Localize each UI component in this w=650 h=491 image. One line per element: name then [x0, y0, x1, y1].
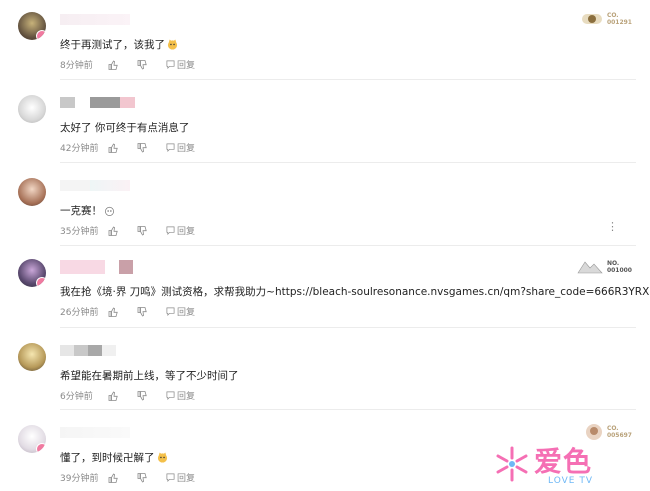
divider — [60, 162, 636, 163]
comment-text: 太好了 你可终于有点消息了 — [60, 122, 190, 134]
reply-button[interactable]: 回复 — [166, 224, 195, 237]
dislike-icon[interactable] — [137, 390, 147, 401]
comment-meta: 35分钟前 回复 — [60, 224, 195, 237]
comment-time: 8分钟前 — [60, 61, 93, 71]
reply-icon — [166, 143, 175, 152]
avatar[interactable] — [18, 425, 46, 453]
badge-line2: 005697 — [606, 432, 632, 439]
comment-meta: 39分钟前 回复 — [60, 471, 195, 484]
comment-meta: 6分钟前 回复 — [60, 389, 195, 402]
reply-button[interactable]: 回复 — [166, 305, 195, 318]
user-level-dot — [36, 443, 46, 453]
badge-emblem-icon — [577, 261, 603, 274]
reply-icon — [166, 391, 175, 400]
comment-meta: 8分钟前 回复 — [60, 58, 195, 71]
username-blurred[interactable] — [60, 427, 130, 438]
divider — [60, 79, 636, 80]
avatar[interactable] — [18, 12, 46, 40]
divider — [60, 245, 636, 246]
reply-icon — [166, 226, 175, 235]
like-icon[interactable] — [108, 142, 118, 153]
username-blurred[interactable] — [60, 14, 130, 25]
username-blurred[interactable] — [60, 260, 133, 274]
avatar[interactable] — [18, 95, 46, 123]
divider — [60, 409, 636, 410]
cat-emoji-icon — [167, 39, 178, 50]
like-icon[interactable] — [108, 225, 118, 236]
cat-emoji-icon — [157, 452, 167, 463]
watermark-sub: LOVE TV — [548, 476, 593, 486]
avatar[interactable] — [18, 343, 46, 371]
comment-meta: 42分钟前 回复 — [60, 141, 195, 154]
divider — [60, 327, 636, 328]
reply-button[interactable]: 回复 — [166, 141, 195, 154]
dislike-icon[interactable] — [137, 472, 147, 483]
comment-time: 6分钟前 — [60, 392, 93, 402]
comment-time: 42分钟前 — [60, 144, 99, 154]
user-level-dot — [36, 30, 46, 40]
snowflake-logo-icon — [496, 446, 528, 482]
reply-button[interactable]: 回复 — [166, 471, 195, 484]
reply-button[interactable]: 回复 — [166, 389, 195, 402]
reply-icon — [166, 60, 175, 69]
more-options-icon[interactable]: ⋮ — [607, 220, 618, 233]
comment-meta: 26分钟前 回复 — [60, 305, 195, 318]
badge-line2: 001291 — [606, 19, 632, 26]
username-blurred[interactable] — [60, 345, 116, 356]
dislike-icon[interactable] — [137, 306, 147, 317]
badge-line1: CO. — [606, 12, 619, 19]
avatar[interactable] — [18, 259, 46, 287]
user-level-dot — [36, 277, 46, 287]
comment-time: 39分钟前 — [60, 474, 99, 484]
badge-line1: CO. — [606, 425, 619, 432]
badge-line1: NO. — [606, 260, 620, 267]
badge-emblem-icon — [585, 424, 602, 440]
like-icon[interactable] — [108, 472, 118, 483]
like-icon[interactable] — [108, 390, 118, 401]
dislike-icon[interactable] — [137, 142, 147, 153]
fan-badge: CO. 005697 — [585, 423, 632, 441]
badge-line2: 001000 — [606, 267, 632, 274]
reply-button[interactable]: 回复 — [166, 58, 195, 71]
like-icon[interactable] — [108, 306, 118, 317]
comment-text: 一克赛！ — [60, 203, 115, 218]
watermark-brand: 爱色 — [534, 445, 593, 478]
reply-icon — [166, 307, 175, 316]
cute-face-emoji-icon — [105, 206, 114, 216]
username-blurred[interactable] — [60, 180, 130, 191]
watermark-logo: 爱色 LOVE TV — [492, 440, 622, 488]
username-blurred[interactable] — [60, 97, 135, 108]
reply-icon — [166, 473, 175, 482]
comment-text: 终于再测试了，该我了 — [60, 37, 178, 52]
dislike-icon[interactable] — [137, 59, 147, 70]
comment-text: 懂了，到时候卍解了 — [60, 450, 168, 465]
comment-time: 35分钟前 — [60, 227, 99, 237]
dislike-icon[interactable] — [137, 225, 147, 236]
comment-time: 26分钟前 — [60, 308, 99, 318]
fan-badge: CO. 001291 — [581, 12, 632, 26]
like-icon[interactable] — [108, 59, 118, 70]
badge-emblem-icon — [581, 14, 602, 24]
comment-text: 我在抢《境·界 刀鸣》测试资格，求帮我助力~https://bleach-sou… — [60, 286, 650, 298]
fan-badge: NO. 001000 — [577, 259, 632, 275]
comment-text: 希望能在暑期前上线，等了不少时间了 — [60, 370, 239, 382]
avatar[interactable] — [18, 178, 46, 206]
